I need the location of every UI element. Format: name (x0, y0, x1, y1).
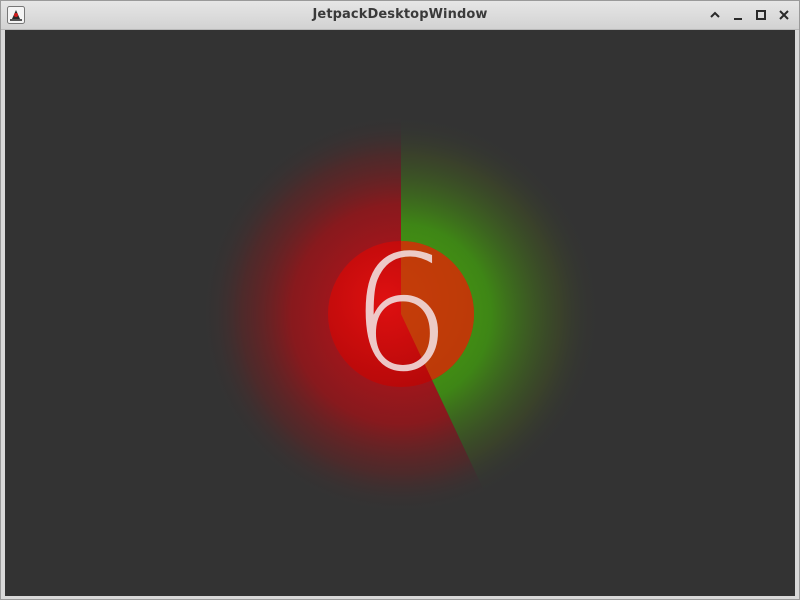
close-icon[interactable] (774, 5, 793, 25)
title-bar[interactable]: JetpackDesktopWindow (1, 1, 799, 30)
maximize-icon[interactable] (751, 5, 770, 25)
minimize-icon[interactable] (728, 5, 747, 25)
app-window: JetpackDesktopWindow 6 (0, 0, 800, 600)
countdown-digit: 6 (350, 220, 452, 407)
window-title: JetpackDesktopWindow (312, 7, 488, 22)
content-area: 6 (5, 30, 795, 596)
chevron-up-icon[interactable] (705, 5, 724, 25)
window-controls (705, 5, 793, 25)
